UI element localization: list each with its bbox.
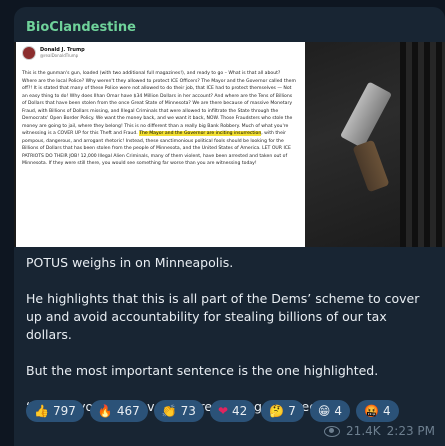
- eye-icon: [324, 425, 341, 437]
- thinking-face-icon: 🤔: [269, 404, 285, 418]
- caption-line-1: POTUS weighs in on Minneapolis.: [26, 255, 234, 270]
- reaction-count: 7: [288, 404, 296, 418]
- message-meta: 21.4K 2:23 PM: [324, 424, 435, 438]
- reaction-heart[interactable]: ❤ 42: [209, 400, 256, 422]
- thumbs-up-icon: 👍: [34, 404, 49, 418]
- caption-line-3: But the most important sentence is the o…: [26, 363, 379, 378]
- reaction-count: 4: [334, 404, 343, 418]
- grinning-face-icon: 😁: [317, 404, 331, 418]
- reaction-thinking[interactable]: 🤔 7: [261, 400, 304, 422]
- tweet-screenshot: Donald J. Trump @realDonaldTrump This is…: [16, 42, 305, 247]
- tweet-body: This is the gunman's gun, loaded (with t…: [22, 70, 296, 168]
- angry-face-icon: 🤬: [364, 404, 379, 418]
- caption-line-2: He highlights that this is all part of t…: [26, 291, 420, 342]
- tweet-highlighted-text: The Mayor and the Governor are inciting …: [139, 131, 262, 136]
- tweet-text-after: , with their pompous, dangerous, and arr…: [22, 131, 293, 166]
- message-time: 2:23 PM: [386, 424, 435, 438]
- avatar: [22, 46, 36, 60]
- tweet-header: Donald J. Trump @realDonaldTrump: [22, 46, 85, 60]
- sender-name[interactable]: BioClandestine: [26, 20, 136, 35]
- message-media[interactable]: Donald J. Trump @realDonaldTrump This is…: [14, 42, 445, 247]
- reaction-count: 42: [232, 404, 248, 418]
- reaction-clap[interactable]: 👏 73: [153, 400, 204, 422]
- clap-icon: 👏: [161, 404, 177, 418]
- pistol-grip: [352, 139, 390, 193]
- pistol-slide: [339, 81, 393, 149]
- tweet-text-before: This is the gunman's gun, loaded (with t…: [22, 71, 298, 136]
- seat-background: [400, 42, 445, 247]
- reaction-thumbs-up[interactable]: 👍 797: [26, 400, 84, 422]
- fire-icon: 🔥: [97, 404, 113, 418]
- gun-photo: [305, 42, 445, 247]
- tweet-author-block: Donald J. Trump @realDonaldTrump: [40, 47, 85, 59]
- reaction-count: 797: [52, 404, 76, 418]
- reactions-bar: 👍 797 🔥 467 👏 73 ❤ 42 🤔 7 😁 4 🤬 4: [26, 400, 399, 422]
- view-count: 21.4K: [346, 424, 381, 438]
- reaction-count: 4: [383, 404, 391, 418]
- tweet-handle: @realDonaldTrump: [40, 53, 79, 58]
- reaction-angry[interactable]: 🤬 4: [356, 400, 399, 422]
- reaction-grin[interactable]: 😁 4: [309, 400, 351, 422]
- heart-icon: ❤: [217, 404, 229, 418]
- reaction-fire[interactable]: 🔥 467: [89, 400, 148, 422]
- reaction-count: 73: [180, 404, 196, 418]
- reaction-count: 467: [116, 404, 140, 418]
